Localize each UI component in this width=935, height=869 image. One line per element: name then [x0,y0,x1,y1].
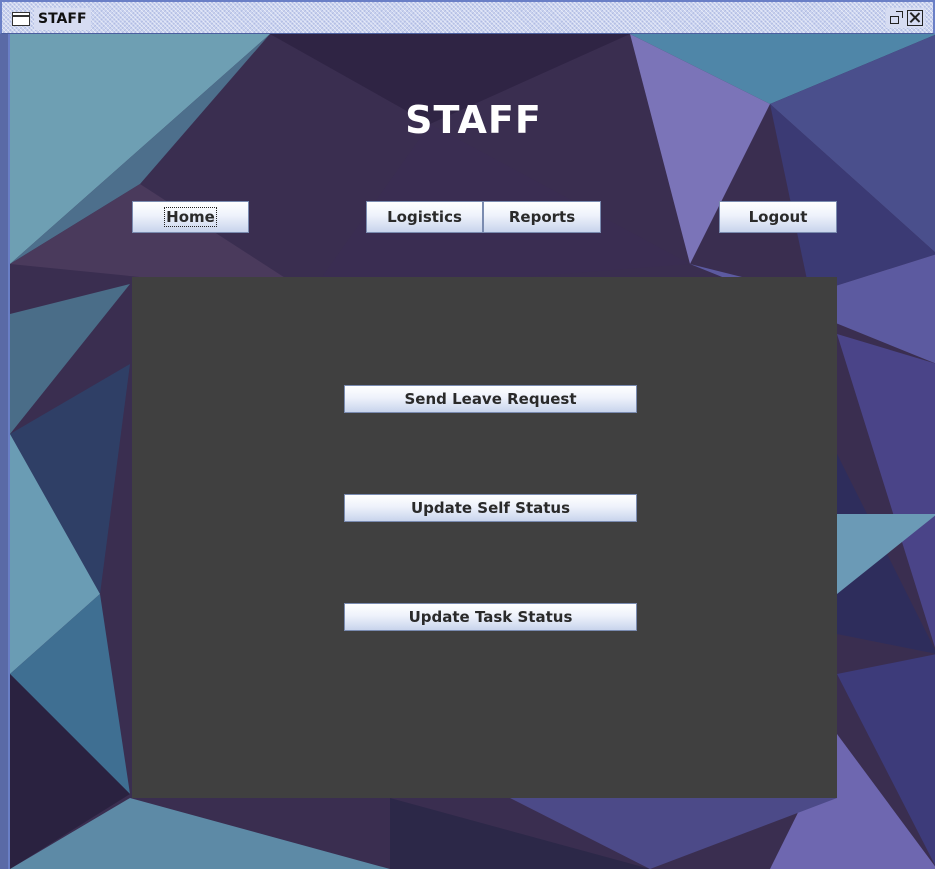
window-icon [12,12,30,26]
update-self-status-button[interactable]: Update Self Status [344,494,637,522]
close-icon[interactable] [907,10,923,26]
page-title: STAFF [405,98,542,142]
home-button-label: Home [164,207,217,227]
update-task-status-button[interactable]: Update Task Status [344,603,637,631]
main-content: STAFF Home Logistics Reports Logout Send… [8,34,935,869]
window-title-bar[interactable]: STAFF [0,0,935,34]
reports-button[interactable]: Reports [483,201,601,233]
actions-panel: Send Leave Request Update Self Status Up… [132,277,837,798]
restore-icon[interactable] [888,10,904,26]
logout-button[interactable]: Logout [719,201,837,233]
staff-window: STAFF STAFF Home Logistics Reports Logou… [0,0,935,869]
home-button[interactable]: Home [132,201,249,233]
send-leave-request-button[interactable]: Send Leave Request [344,385,637,413]
window-controls [886,8,925,28]
window-title: STAFF [34,8,91,30]
logistics-button[interactable]: Logistics [366,201,483,233]
